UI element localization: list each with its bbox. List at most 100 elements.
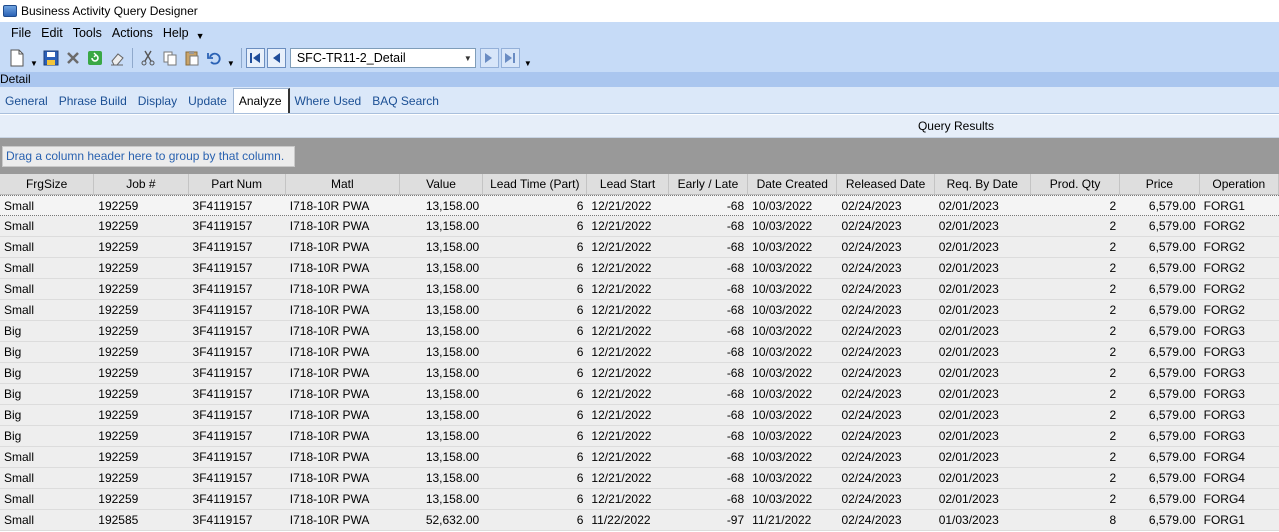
table-cell[interactable]: Small — [0, 237, 94, 257]
table-cell[interactable]: 11/21/2022 — [748, 510, 837, 530]
table-cell[interactable]: FORG4 — [1200, 468, 1279, 488]
table-cell[interactable]: FORG3 — [1200, 405, 1279, 425]
column-header-req-by-date[interactable]: Req. By Date — [935, 174, 1031, 194]
table-row[interactable]: Small 192259 3F4119157 I718-10R PWA 13,158.0… — [0, 237, 1279, 258]
table-cell[interactable]: I718-10R PWA — [286, 216, 400, 236]
table-cell[interactable]: 13,158.00 — [400, 384, 483, 404]
save-icon[interactable] — [40, 47, 62, 69]
column-header-prod-qty[interactable]: Prod. Qty — [1031, 174, 1121, 194]
table-cell[interactable]: 02/24/2023 — [837, 321, 934, 341]
table-cell[interactable]: 10/03/2022 — [748, 405, 837, 425]
table-cell[interactable]: 3F4119157 — [189, 196, 286, 215]
table-cell[interactable]: 2 — [1031, 196, 1120, 215]
table-cell[interactable]: -68 — [669, 426, 748, 446]
table-row[interactable]: Big 192259 3F4119157 I718-10R PWA 13,158.00 6… — [0, 321, 1279, 342]
table-row[interactable]: Big 192259 3F4119157 I718-10R PWA 13,158.00 6… — [0, 384, 1279, 405]
table-cell[interactable]: 02/24/2023 — [837, 196, 934, 215]
column-header-lead-time-part[interactable]: Lead Time (Part) — [483, 174, 588, 194]
table-cell[interactable]: Small — [0, 489, 94, 509]
table-cell[interactable]: 2 — [1031, 384, 1120, 404]
menu-actions[interactable]: Actions — [107, 26, 158, 40]
table-cell[interactable]: 2 — [1031, 447, 1120, 467]
column-header-price[interactable]: Price — [1120, 174, 1200, 194]
table-cell[interactable]: 12/21/2022 — [587, 279, 668, 299]
table-cell[interactable]: 12/21/2022 — [587, 384, 668, 404]
table-cell[interactable]: 10/03/2022 — [748, 342, 837, 362]
table-cell[interactable]: 13,158.00 — [400, 216, 483, 236]
table-cell[interactable]: 02/01/2023 — [935, 342, 1031, 362]
table-cell[interactable]: 10/03/2022 — [748, 279, 837, 299]
table-cell[interactable]: 2 — [1031, 258, 1120, 278]
table-cell[interactable]: Small — [0, 279, 94, 299]
cut-icon[interactable] — [137, 47, 159, 69]
table-cell[interactable]: 6 — [483, 196, 587, 215]
table-cell[interactable]: 6,579.00 — [1120, 405, 1199, 425]
table-cell[interactable]: 10/03/2022 — [748, 363, 837, 383]
table-cell[interactable]: 12/21/2022 — [587, 363, 668, 383]
table-cell[interactable]: Big — [0, 321, 94, 341]
table-row[interactable]: Small 192259 3F4119157 I718-10R PWA 13,158.0… — [0, 300, 1279, 321]
last-record-icon[interactable] — [500, 48, 520, 68]
table-cell[interactable]: 8 — [1031, 510, 1120, 530]
table-cell[interactable]: 12/21/2022 — [587, 300, 668, 320]
table-cell[interactable]: 6 — [483, 216, 587, 236]
table-cell[interactable]: FORG3 — [1200, 384, 1279, 404]
table-cell[interactable]: FORG2 — [1200, 258, 1279, 278]
table-cell[interactable]: 2 — [1031, 279, 1120, 299]
table-cell[interactable]: 6 — [483, 510, 587, 530]
table-cell[interactable]: 6,579.00 — [1120, 363, 1199, 383]
table-cell[interactable]: 13,158.00 — [400, 405, 483, 425]
table-cell[interactable]: 2 — [1031, 363, 1120, 383]
table-cell[interactable]: 02/24/2023 — [837, 258, 934, 278]
table-cell[interactable]: 6,579.00 — [1120, 489, 1199, 509]
table-cell[interactable]: FORG1 — [1200, 196, 1279, 215]
new-icon[interactable] — [6, 47, 28, 69]
table-cell[interactable]: 6 — [483, 447, 587, 467]
column-header-frgsize[interactable]: FrgSize — [0, 174, 95, 194]
undo-icon[interactable] — [203, 47, 225, 69]
table-cell[interactable]: 6,579.00 — [1120, 510, 1199, 530]
table-cell[interactable]: Big — [0, 342, 94, 362]
table-cell[interactable]: 3F4119157 — [189, 237, 286, 257]
table-cell[interactable]: 2 — [1031, 489, 1120, 509]
tab-update[interactable]: Update — [183, 91, 233, 113]
table-cell[interactable]: 3F4119157 — [189, 426, 286, 446]
table-cell[interactable]: I718-10R PWA — [286, 321, 400, 341]
table-cell[interactable]: 10/03/2022 — [748, 237, 837, 257]
table-cell[interactable]: -68 — [669, 258, 748, 278]
table-cell[interactable]: 6,579.00 — [1120, 321, 1199, 341]
menu-overflow-chevron-icon[interactable]: ▼ — [196, 31, 205, 41]
table-cell[interactable]: Big — [0, 384, 94, 404]
table-cell[interactable]: 2 — [1031, 300, 1120, 320]
table-cell[interactable]: 6 — [483, 363, 587, 383]
table-cell[interactable]: 13,158.00 — [400, 489, 483, 509]
menu-file[interactable]: File — [6, 26, 36, 40]
table-cell[interactable]: 02/24/2023 — [837, 216, 934, 236]
table-cell[interactable]: 3F4119157 — [189, 321, 286, 341]
table-cell[interactable]: 02/01/2023 — [935, 489, 1031, 509]
table-cell[interactable]: 02/01/2023 — [935, 237, 1031, 257]
table-cell[interactable]: 6,579.00 — [1120, 447, 1199, 467]
table-cell[interactable]: 12/21/2022 — [587, 489, 668, 509]
table-cell[interactable]: 02/24/2023 — [837, 363, 934, 383]
table-cell[interactable]: 2 — [1031, 405, 1120, 425]
table-cell[interactable]: 13,158.00 — [400, 468, 483, 488]
table-cell[interactable]: I718-10R PWA — [286, 468, 400, 488]
table-cell[interactable]: 6,579.00 — [1120, 237, 1199, 257]
table-cell[interactable]: 02/01/2023 — [935, 384, 1031, 404]
table-cell[interactable]: 192259 — [94, 342, 188, 362]
table-cell[interactable]: 02/24/2023 — [837, 426, 934, 446]
table-cell[interactable]: 02/24/2023 — [837, 384, 934, 404]
table-cell[interactable]: 10/03/2022 — [748, 447, 837, 467]
table-row[interactable]: Small 192259 3F4119157 I718-10R PWA 13,158.0… — [0, 489, 1279, 510]
delete-icon[interactable] — [62, 47, 84, 69]
table-cell[interactable]: -68 — [669, 468, 748, 488]
column-header-job[interactable]: Job # — [94, 174, 189, 194]
table-cell[interactable]: 3F4119157 — [189, 510, 286, 530]
menu-edit[interactable]: Edit — [36, 26, 68, 40]
table-cell[interactable]: -68 — [669, 342, 748, 362]
table-cell[interactable]: FORG2 — [1200, 216, 1279, 236]
table-cell[interactable]: -68 — [669, 405, 748, 425]
paste-icon[interactable] — [181, 47, 203, 69]
table-cell[interactable]: 192259 — [94, 216, 188, 236]
